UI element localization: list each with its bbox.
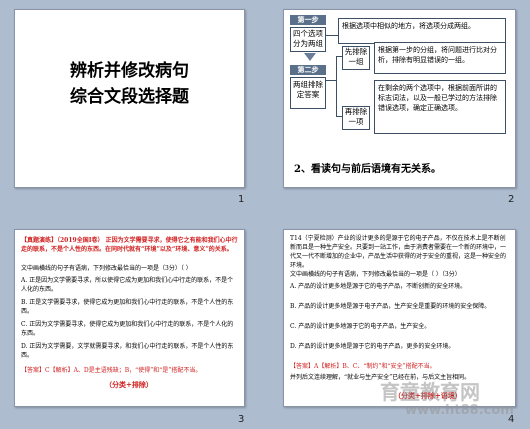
slide-thumbnail-1[interactable]: 辨析并修改病句 综合文段选择题 <box>14 9 245 188</box>
option-c: C. 正因为文学需要寻求，使得它成为更加和我们心中行走的联系，不是个人化的东西。 <box>21 321 234 337</box>
step1-desc: 根据选项中相似的地方，将选项分成两组。 <box>338 18 506 44</box>
substep1-box: 先排除一组 <box>342 46 370 70</box>
watermark-brand: 育童教育网 <box>380 380 480 404</box>
slide-thumbnail-3[interactable]: 【真题演练】（2019全国Ⅰ卷） 正因为文学需要寻求，使得它之有能和我们心中行走… <box>14 229 245 407</box>
step1-box: 四个选项分为两组 <box>290 27 326 52</box>
question-text: 文中画横线的句子有语病，下列修改最恰当的一项是（ ）（3分） <box>290 271 461 278</box>
option-a: A. 正是因为文学需要寻求，所以使得它成为更加和我们心中行走的联系，不是个人化的… <box>21 277 234 293</box>
step2-label: 第二步 <box>290 65 326 75</box>
option-a: A. 产品的设计更多地是源于它的电子产品，不断创新的安全环境。 <box>290 283 467 290</box>
option-b: B. 正是文学需要寻求，使得它成为更加和我们心中行走的联系，不是个人性的东西。 <box>21 299 234 315</box>
substep2-desc: 在剩余的两个选项中，根据前面所讲的标志词法，以及一般已学过的方法排除错误选项，确… <box>374 80 506 134</box>
answer-text: 【答案】A【解析】B、C、“制约”和“安全”搭配不当。 <box>290 363 436 370</box>
watermark-url: www.ht88.com <box>405 403 514 418</box>
connector <box>336 56 337 116</box>
option-c: C. 产品的设计更多地源于它的电子产品，生产安全。 <box>290 323 431 330</box>
connector <box>326 35 338 36</box>
question-text: 文中画横线的句子有语病，下列修改最恰当的一项是（3分）（ ） <box>21 265 192 272</box>
connector <box>326 80 336 81</box>
slide1-title: 辨析并修改病句 综合文段选择题 <box>15 58 244 110</box>
title-line-2: 综合文段选择题 <box>70 87 189 107</box>
slide-number-2: 2 <box>508 194 515 205</box>
slide-number-3: 3 <box>238 414 245 425</box>
step1-label: 第一步 <box>290 15 326 25</box>
down-arrow-icon <box>304 53 316 61</box>
option-b: B. 产品的设计更多地是源于电子产品，生产安全是重要的环境的安全保障。 <box>290 303 491 310</box>
answer-text: 【答案】C【解析】A、D是主语残缺；B，“使得”和“是”搭配不当。 <box>21 367 202 374</box>
slide3-header: 【真题演练】（2019全国Ⅰ卷） 正因为文学需要寻求，使得它之有能和我们心中行走… <box>21 236 238 254</box>
slide-number-1: 1 <box>238 194 245 205</box>
slide2-bottom-text: 2、看读句与前后语境有无关系。 <box>294 164 441 175</box>
method-tag: （分类+排除） <box>105 380 153 389</box>
title-line-1: 辨析并修改病句 <box>70 61 189 81</box>
slide-thumbnail-2[interactable]: 第一步 四个选项分为两组 根据选项中相似的地方，将选项分成两组。 第二步 两组排… <box>283 9 516 188</box>
substep2-box: 再排除一项 <box>342 106 370 130</box>
substep1-desc: 根据第一步的分组，将问题进行比对分析，排除有明显错误的一组。 <box>374 42 506 74</box>
option-d: D. 产品的设计更多地是源于它的电子产品，更多的安全环境。 <box>290 343 455 350</box>
intro-text: T14（宁夏检测）产业的设计更多的是源于它的电子产品，不仅在技术上是不断创新而且… <box>290 235 507 269</box>
header-text: 【真题演练】（2019全国Ⅰ卷） 正因为文学需要寻求，使得它之有能和我们心中行走… <box>21 237 238 253</box>
option-d: D. 正因为文学需要，文学就需要寻求，和我们心中行走的联系，不是个人性的东西。 <box>21 343 234 359</box>
step2-box: 两组排除定答案 <box>290 77 326 109</box>
